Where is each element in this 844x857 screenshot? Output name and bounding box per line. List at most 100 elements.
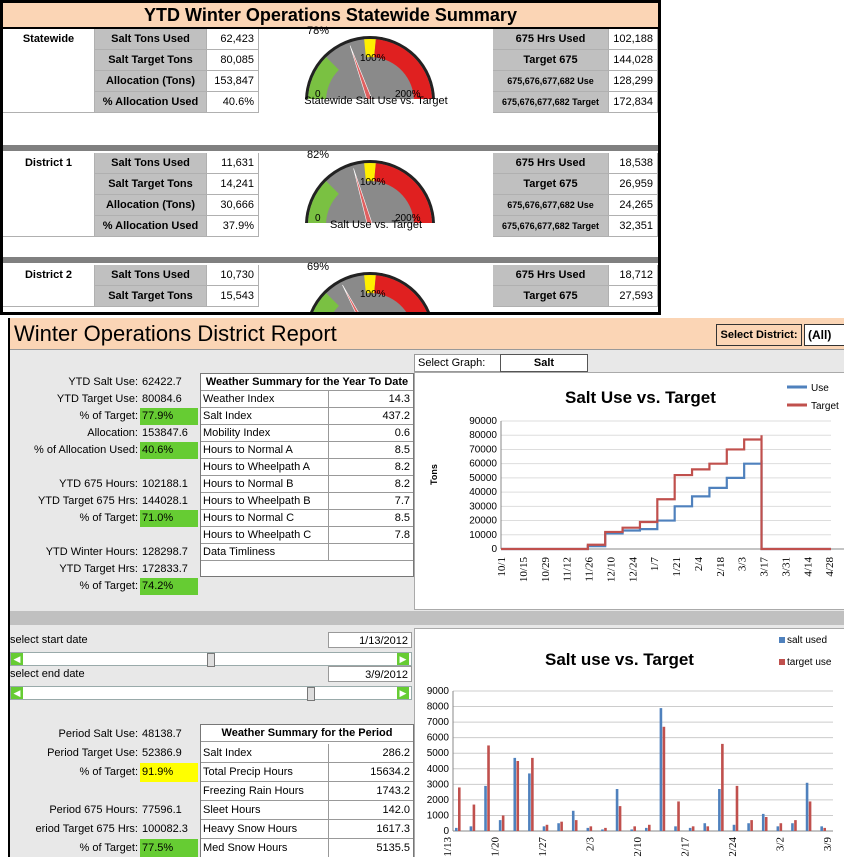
stat-label: % of Allocation Used:: [34, 444, 138, 456]
slider-left-arrow-icon[interactable]: ◀: [11, 687, 23, 699]
right-row-label: 675,676,677,682 Target: [493, 92, 609, 113]
statewide-summary-panel: YTD Winter Operations Statewide Summary …: [0, 0, 661, 315]
bar-salt-used: [791, 823, 794, 831]
weather-value: 437.2: [329, 408, 413, 425]
bar-salt-used: [455, 827, 458, 831]
slider-left-arrow-icon[interactable]: ◀: [11, 653, 23, 665]
row-label: Allocation (Tons): [95, 71, 207, 92]
row-label: Salt Target Tons: [95, 50, 207, 71]
bar-chart-ytick: 4000: [427, 764, 450, 775]
slider-right-arrow-icon[interactable]: ▶: [397, 687, 409, 699]
bar-chart-xtick: 2/3: [585, 837, 597, 852]
line-chart-xtick: 10/29: [540, 557, 552, 583]
stat-label: YTD Winter Hours:: [45, 546, 138, 558]
right-row-label: 675,676,677,682 Use: [493, 71, 609, 92]
bar-chart-xtick: 2/10: [632, 837, 644, 857]
stat-label: YTD Target 675 Hrs:: [37, 495, 138, 507]
bar-salt-used: [820, 826, 823, 831]
bar-target-use: [808, 801, 812, 831]
line-chart-xtick: 2/4: [693, 557, 705, 572]
end-date-slider[interactable]: ◀ ▶: [10, 686, 412, 701]
bar-salt-used: [498, 820, 502, 831]
weather-label: Hours to Wheelpath A: [201, 459, 329, 476]
slider-thumb[interactable]: [207, 653, 215, 667]
line-chart-xtick: 11/26: [584, 557, 596, 582]
row-label: Salt Target Tons: [95, 174, 207, 195]
line-chart-ytick: 80000: [469, 430, 497, 441]
bar-target-use: [677, 801, 680, 831]
bar-target-use: [823, 827, 826, 831]
bar-legend-label: salt used: [787, 635, 827, 646]
weather-label: Freezing Rain Hours: [201, 782, 329, 801]
line-chart-xtick: 4/28: [824, 557, 836, 577]
weather-label: Hours to Normal A: [201, 442, 329, 459]
bar-salt-used: [761, 813, 765, 831]
gauge-dial: 100%: [310, 272, 430, 312]
stat-value: [140, 782, 198, 801]
select-district-dropdown[interactable]: (All): [804, 324, 844, 346]
right-row-value: 128,299: [609, 71, 658, 92]
weather-label: Hours to Wheelpath B: [201, 493, 329, 510]
weather-label: Salt Index: [201, 408, 329, 425]
slider-right-arrow-icon[interactable]: ▶: [397, 653, 409, 665]
weather-value: 1743.2: [329, 782, 413, 801]
bar-salt-used: [542, 826, 546, 831]
bar-target-use: [472, 804, 476, 831]
bar-salt-used: [571, 810, 575, 831]
right-row-label: 675 Hrs Used: [493, 265, 609, 286]
weather-label: Sleet Hours: [201, 801, 329, 820]
select-district-label: Select District:: [716, 324, 802, 346]
salt-use-line-chart: Salt Use vs. Target Tons 0 10000 20000 30000 4…: [414, 372, 844, 610]
right-row-value: 27,593: [609, 286, 658, 307]
row-label: Allocation (Tons): [95, 195, 207, 216]
right-row-label: Target 675: [493, 174, 609, 195]
weather-label: Total Precip Hours: [201, 763, 329, 782]
bar-target-use: [604, 827, 607, 831]
stat-label: Period 675 Hours:: [49, 804, 138, 816]
line-chart-xtick: 12/24: [627, 557, 639, 583]
district-report-panel: Winter Operations District Report Select…: [8, 318, 844, 857]
line-chart-xtick: 10/15: [518, 557, 530, 583]
row-label: Salt Tons Used: [95, 153, 207, 174]
stat-label: [10, 527, 138, 544]
stat-value: 172833.7: [142, 563, 188, 575]
bar-target-use: [735, 785, 739, 831]
gauge-caption: Statewide Salt Use vs. Target: [304, 95, 448, 107]
bar-salt-used: [615, 789, 619, 831]
weather-ytd-title: Weather Summary for the Year To Date: [201, 374, 413, 391]
stat-value: 74.2%: [140, 578, 198, 595]
bar-chart-ytick: 1000: [427, 810, 450, 821]
stat-label: % of Target:: [79, 512, 139, 524]
start-date-slider[interactable]: ◀ ▶: [10, 652, 412, 667]
bar-target-use: [589, 826, 593, 831]
stat-value: 102188.1: [142, 478, 188, 490]
line-chart-xtick: 11/12: [562, 557, 574, 582]
right-row-label: 675,676,677,682 Use: [493, 195, 609, 216]
weather-value: 8.2: [329, 459, 413, 476]
weather-value: 0.6: [329, 425, 413, 442]
bar-chart-ytick: 8000: [427, 702, 450, 713]
row-value: 37.9%: [207, 216, 259, 237]
stat-value: 100082.3: [142, 823, 188, 835]
bar-target-use: [794, 820, 797, 831]
end-date-label: select end date: [10, 668, 85, 680]
weather-value: 14.3: [329, 391, 413, 408]
row-label: % Allocation Used: [95, 92, 207, 113]
slider-thumb[interactable]: [307, 687, 315, 701]
bar-chart-ytick: 9000: [427, 686, 450, 697]
weather-label: Data Timliness: [201, 544, 329, 561]
select-graph-dropdown[interactable]: Salt: [500, 354, 588, 372]
line-chart-xtick: 12/10: [605, 557, 617, 583]
row-value: 14,241: [207, 174, 259, 195]
line-chart-xtick: 4/14: [802, 557, 814, 577]
bar-chart-ytick: 2000: [427, 795, 450, 806]
gauge-mark-100: 100%: [360, 177, 386, 188]
weather-value: 7.8: [329, 527, 413, 544]
bar-target-use: [501, 815, 505, 831]
line-chart-title: Salt Use vs. Target: [565, 388, 716, 407]
stat-label: % of Target:: [79, 842, 139, 854]
bar-chart-xtick: 2/17: [680, 837, 692, 857]
bar-salt-used: [601, 829, 604, 831]
weather-value: [329, 544, 413, 561]
row-value: 15,543: [207, 286, 259, 307]
